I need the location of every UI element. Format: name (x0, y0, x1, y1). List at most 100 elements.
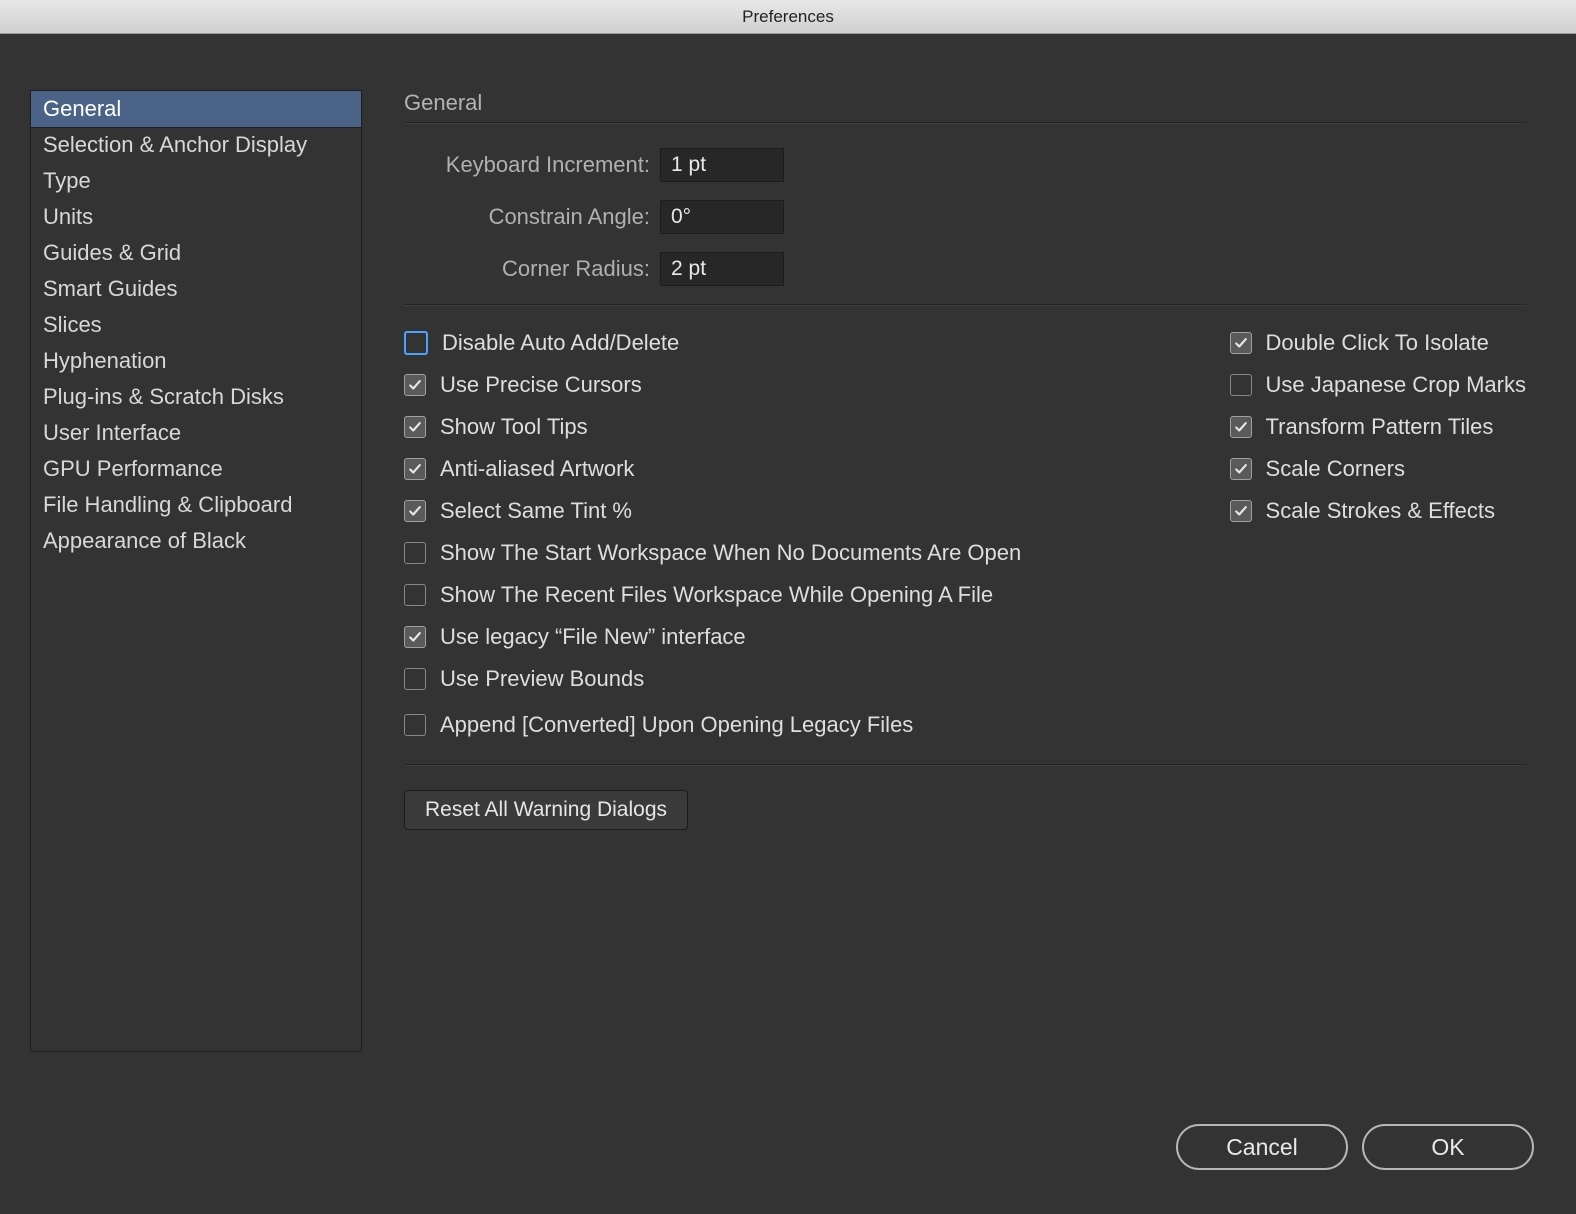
cancel-button[interactable]: Cancel (1176, 1124, 1348, 1170)
ok-button-label: OK (1431, 1134, 1464, 1161)
sidebar-item-gpu-performance[interactable]: GPU Performance (31, 451, 361, 487)
divider (404, 764, 1526, 766)
checkbox-label: Use Precise Cursors (440, 372, 642, 398)
sidebar-item-label: User Interface (43, 420, 181, 445)
checkbox[interactable] (1230, 416, 1252, 438)
checkbox-label: Scale Strokes & Effects (1266, 498, 1495, 524)
left-checkbox-row: Show Tool Tips (404, 414, 1200, 440)
sidebar-item-appearance-of-black[interactable]: Appearance of Black (31, 523, 361, 559)
sidebar-item-type[interactable]: Type (31, 163, 361, 199)
checkbox-column-right: Double Click To Isolate Use Japanese Crop… (1230, 330, 1526, 692)
left-checkbox-row: Disable Auto Add/Delete (404, 330, 1200, 356)
checkbox-label: Double Click To Isolate (1266, 330, 1489, 356)
constrain-angle-input[interactable] (660, 200, 784, 234)
left-checkbox-row: Anti-aliased Artwork (404, 456, 1200, 482)
checkbox[interactable] (404, 458, 426, 480)
cancel-button-label: Cancel (1226, 1134, 1298, 1161)
divider (404, 122, 1526, 124)
checkbox-label: Show The Start Workspace When No Documen… (440, 540, 1021, 566)
keyboard-increment-row: Keyboard Increment: (404, 148, 1526, 182)
right-checkbox-row: Double Click To Isolate (1230, 330, 1526, 356)
checkbox-label: Anti-aliased Artwork (440, 456, 634, 482)
sidebar-item-units[interactable]: Units (31, 199, 361, 235)
left-checkbox-row: Show The Start Workspace When No Documen… (404, 540, 1200, 566)
sidebar-item-label: Appearance of Black (43, 528, 246, 553)
sidebar-item-file-handling-clipboard[interactable]: File Handling & Clipboard (31, 487, 361, 523)
checkbox-label: Transform Pattern Tiles (1266, 414, 1494, 440)
right-checkbox-row: Scale Corners (1230, 456, 1526, 482)
left-checkbox-row: Use legacy “File New” interface (404, 624, 1200, 650)
checkbox[interactable] (404, 331, 428, 355)
category-sidebar: General Selection & Anchor Display Type Uni… (30, 90, 362, 1052)
left-checkbox-row: Show The Recent Files Workspace While Op… (404, 582, 1200, 608)
checkbox[interactable] (404, 626, 426, 648)
sidebar-item-label: Smart Guides (43, 276, 178, 301)
corner-radius-input[interactable] (660, 252, 784, 286)
checkbox[interactable] (1230, 500, 1252, 522)
sidebar-item-user-interface[interactable]: User Interface (31, 415, 361, 451)
checkbox-area: Disable Auto Add/Delete Use Precise Curso… (404, 330, 1526, 692)
sidebar-item-label: GPU Performance (43, 456, 223, 481)
sidebar-item-plug-ins-scratch-disks[interactable]: Plug-ins & Scratch Disks (31, 379, 361, 415)
corner-radius-label: Corner Radius: (404, 256, 660, 282)
checkbox[interactable] (404, 714, 426, 736)
right-checkbox-row: Transform Pattern Tiles (1230, 414, 1526, 440)
sidebar-item-label: File Handling & Clipboard (43, 492, 292, 517)
window-title: Preferences (742, 7, 834, 26)
checkbox-label: Use Japanese Crop Marks (1266, 372, 1526, 398)
checkbox-label: Scale Corners (1266, 456, 1405, 482)
sidebar-item-hyphenation[interactable]: Hyphenation (31, 343, 361, 379)
checkbox-label: Append [Converted] Upon Opening Legacy F… (440, 712, 913, 738)
checkbox[interactable] (1230, 458, 1252, 480)
sidebar-item-slices[interactable]: Slices (31, 307, 361, 343)
right-checkbox-row: Scale Strokes & Effects (1230, 498, 1526, 524)
sidebar-item-label: Slices (43, 312, 102, 337)
sidebar-item-label: Plug-ins & Scratch Disks (43, 384, 284, 409)
sidebar-item-guides-grid[interactable]: Guides & Grid (31, 235, 361, 271)
sidebar-item-general[interactable]: General (30, 90, 362, 128)
sidebar-item-selection-anchor-display[interactable]: Selection & Anchor Display (31, 127, 361, 163)
bottom-checkbox-row: Append [Converted] Upon Opening Legacy F… (404, 712, 1526, 738)
checkbox-column-left: Disable Auto Add/Delete Use Precise Curso… (404, 330, 1200, 692)
checkbox-label: Select Same Tint % (440, 498, 632, 524)
checkbox[interactable] (404, 374, 426, 396)
checkbox-label: Show Tool Tips (440, 414, 588, 440)
checkbox[interactable] (1230, 332, 1252, 354)
checkbox-label: Use Preview Bounds (440, 666, 644, 692)
checkbox-label: Use legacy “File New” interface (440, 624, 746, 650)
sidebar-item-label: Guides & Grid (43, 240, 181, 265)
window-title-bar: Preferences (0, 0, 1576, 34)
constrain-angle-row: Constrain Angle: (404, 200, 1526, 234)
checkbox-column-bottom: Append [Converted] Upon Opening Legacy F… (404, 712, 1526, 738)
general-panel: General Keyboard Increment: Constrain An… (404, 90, 1546, 830)
checkbox-label: Disable Auto Add/Delete (442, 330, 679, 356)
checkbox[interactable] (1230, 374, 1252, 396)
left-checkbox-row: Select Same Tint % (404, 498, 1200, 524)
sidebar-item-label: General (43, 96, 121, 121)
checkbox[interactable] (404, 500, 426, 522)
sidebar-item-label: Selection & Anchor Display (43, 132, 307, 157)
ok-button[interactable]: OK (1362, 1124, 1534, 1170)
checkbox[interactable] (404, 584, 426, 606)
sidebar-item-smart-guides[interactable]: Smart Guides (31, 271, 361, 307)
reset-all-warning-dialogs-button[interactable]: Reset All Warning Dialogs (404, 790, 688, 830)
preferences-window-body: General Selection & Anchor Display Type Uni… (0, 34, 1576, 1214)
sidebar-item-label: Hyphenation (43, 348, 167, 373)
corner-radius-row: Corner Radius: (404, 252, 1526, 286)
left-checkbox-row: Use Preview Bounds (404, 666, 1200, 692)
checkbox[interactable] (404, 416, 426, 438)
right-checkbox-row: Use Japanese Crop Marks (1230, 372, 1526, 398)
panel-title: General (404, 90, 1526, 116)
constrain-angle-label: Constrain Angle: (404, 204, 660, 230)
sidebar-item-label: Type (43, 168, 91, 193)
reset-button-label: Reset All Warning Dialogs (425, 798, 667, 822)
checkbox[interactable] (404, 542, 426, 564)
divider (404, 304, 1526, 306)
checkbox[interactable] (404, 668, 426, 690)
keyboard-increment-label: Keyboard Increment: (404, 152, 660, 178)
dialog-footer: Cancel OK (1176, 1124, 1534, 1170)
keyboard-increment-input[interactable] (660, 148, 784, 182)
sidebar-item-label: Units (43, 204, 93, 229)
left-checkbox-row: Use Precise Cursors (404, 372, 1200, 398)
checkbox-label: Show The Recent Files Workspace While Op… (440, 582, 993, 608)
